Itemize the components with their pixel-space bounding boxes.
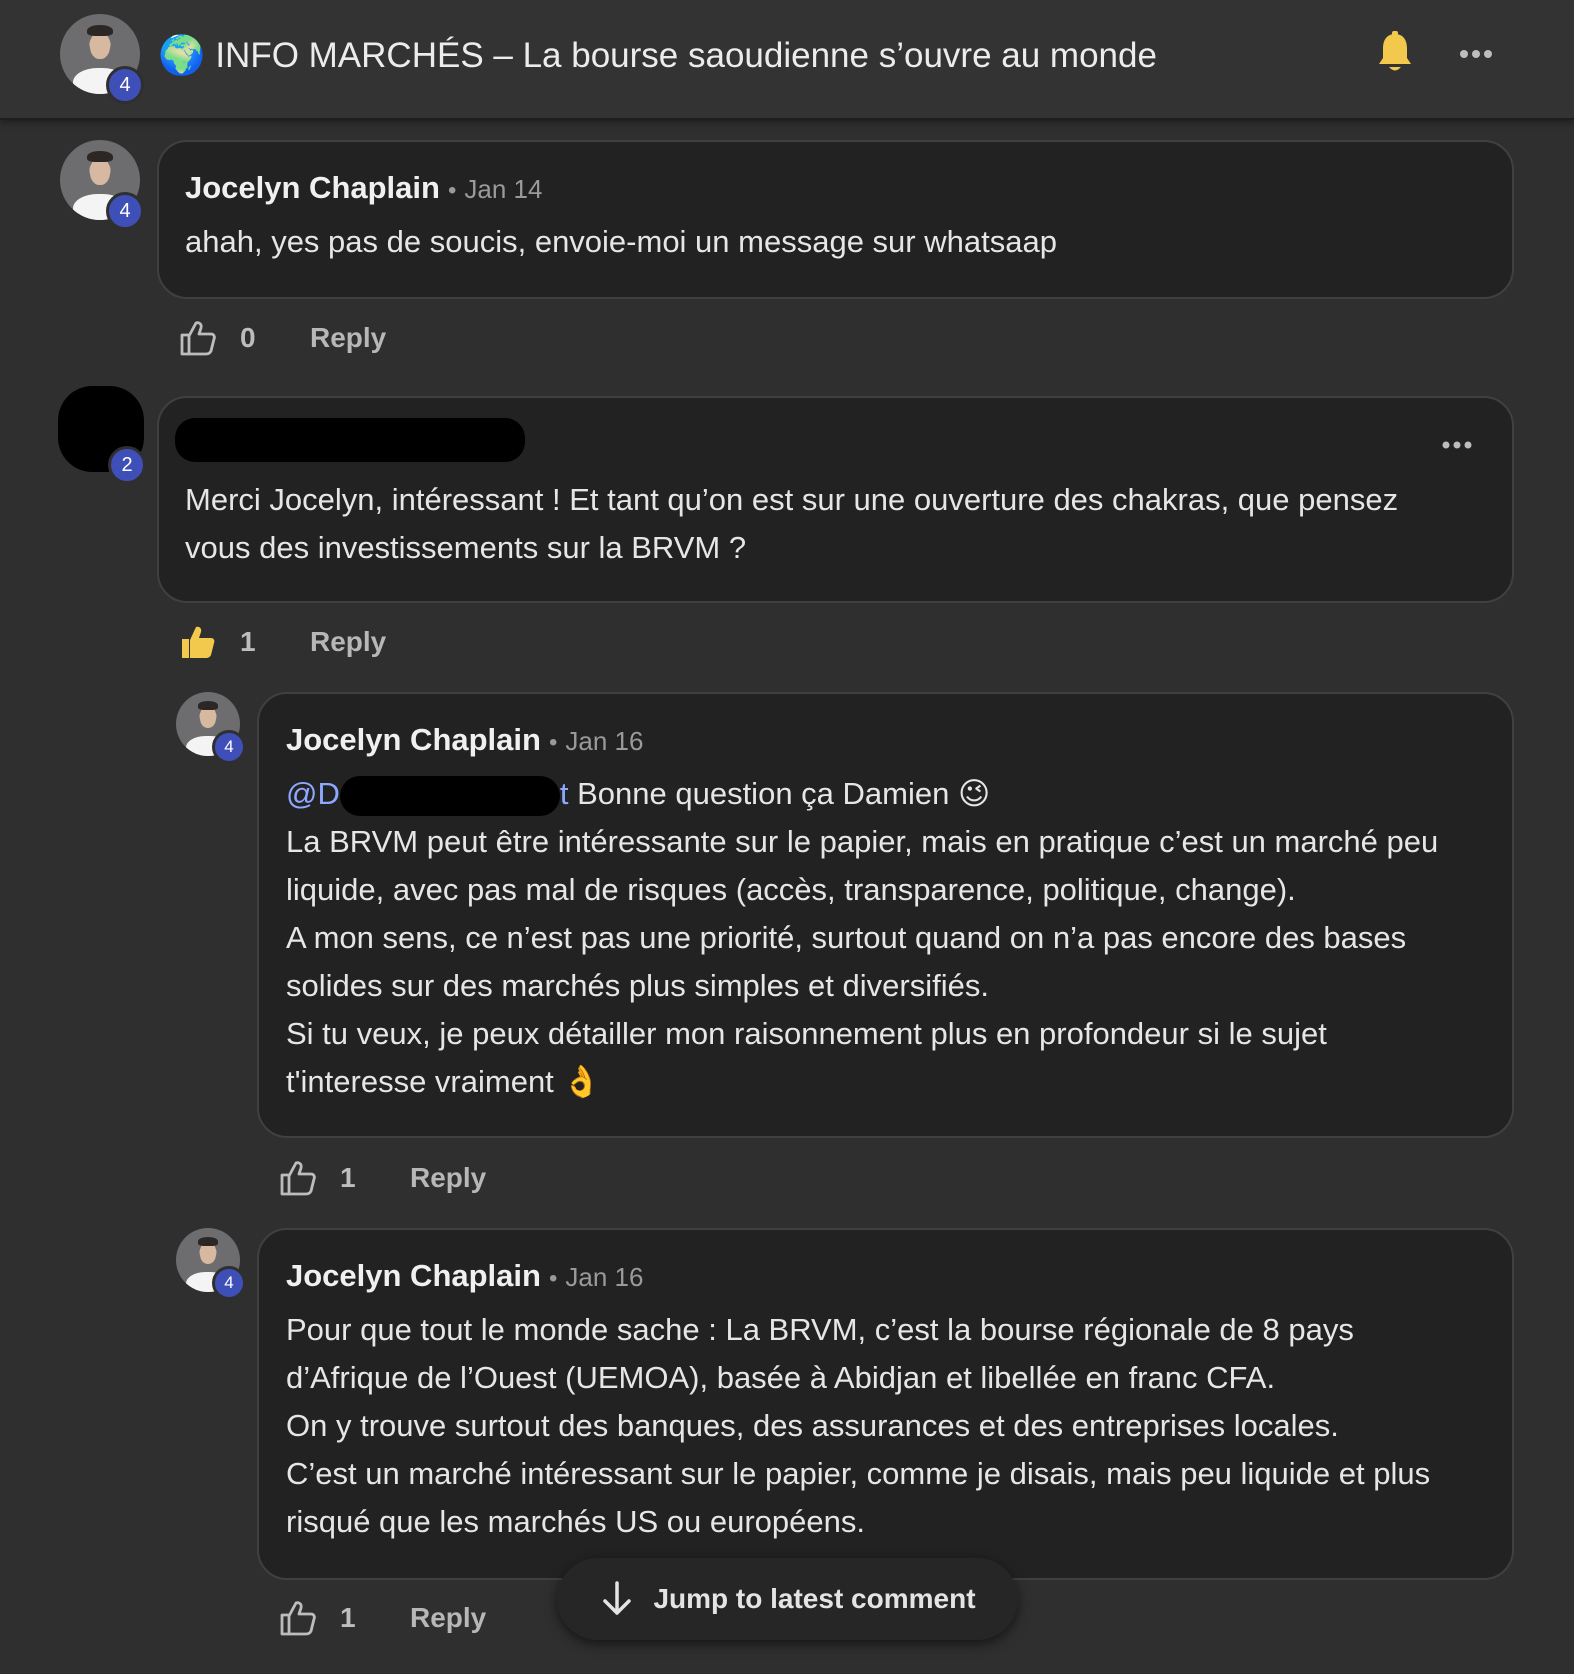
comment-body: ahah, yes pas de soucis, envoie-moi un m… xyxy=(185,218,1057,266)
comment-avatar[interactable]: 4 xyxy=(176,692,246,764)
thumbs-up-filled-icon[interactable] xyxy=(178,622,218,662)
like-count: 1 xyxy=(240,626,256,657)
comment-author[interactable]: Jocelyn Chaplain xyxy=(286,1258,541,1294)
comment-avatar[interactable]: 4 xyxy=(60,140,144,230)
comment-author[interactable]: Jocelyn Chaplain xyxy=(286,722,541,758)
comment-line: A mon sens, ce n’est pas une priorité, s… xyxy=(286,920,1407,955)
thumbs-up-icon[interactable] xyxy=(278,1598,318,1638)
comment-line: solides sur des marchés plus simples et … xyxy=(286,968,989,1003)
comment-bubble: Merci Jocelyn, intéressant ! Et tant qu’… xyxy=(157,396,1514,603)
user-mention[interactable]: @D t xyxy=(286,775,568,816)
thumbs-up-icon[interactable] xyxy=(178,318,218,358)
like-count: 1 xyxy=(340,1602,356,1633)
redacted-author xyxy=(175,418,525,462)
redacted-mention xyxy=(339,775,560,816)
comment-line: C’est un marché intéressant sur le papie… xyxy=(286,1456,1431,1491)
ok-hand-emoji: 👌 xyxy=(562,1064,602,1099)
like-count: 1 xyxy=(340,1162,356,1193)
comment-date: Jan 16 xyxy=(565,726,644,756)
comment-bubble: Jocelyn Chaplain • Jan 14 ahah, yes pas … xyxy=(157,140,1514,299)
comment-avatar[interactable]: 2 xyxy=(58,386,146,484)
reply-button[interactable]: Reply xyxy=(310,322,386,354)
comment-more-icon[interactable] xyxy=(1441,438,1473,452)
post-title-text: INFO MARCHÉS – La bourse saoudienne s’ou… xyxy=(215,36,1157,75)
comment-line: d’Afrique de l’Ouest (UEMOA), basée à Ab… xyxy=(286,1360,1276,1395)
comment-body: Merci Jocelyn, intéressant ! Et tant qu’… xyxy=(185,476,1398,572)
comment-author[interactable]: Jocelyn Chaplain xyxy=(185,170,440,206)
jump-label: Jump to latest comment xyxy=(653,1583,976,1614)
arrow-down-icon xyxy=(603,1581,632,1615)
comment-line: Si tu veux, je peux détailler mon raison… xyxy=(286,1016,1327,1051)
level-badge: 2 xyxy=(108,446,146,484)
like-count: 0 xyxy=(240,322,256,353)
wink-emoji: 😉 xyxy=(957,776,991,811)
comment-avatar[interactable]: 4 xyxy=(176,1228,246,1300)
comment-bubble: Jocelyn Chaplain • Jan 16 Pour que tout … xyxy=(257,1228,1514,1580)
comment-date: Jan 16 xyxy=(565,1262,644,1292)
comment-date: Jan 14 xyxy=(464,174,543,204)
bell-icon[interactable] xyxy=(1375,30,1415,76)
comment-line: On y trouve surtout des banques, des ass… xyxy=(286,1408,1339,1443)
thumbs-up-icon[interactable] xyxy=(278,1158,318,1198)
comment-line: Merci Jocelyn, intéressant ! Et tant qu’… xyxy=(185,482,1399,517)
post-header: 4 🌍 INFO MARCHÉS – La bourse saoudienne … xyxy=(0,0,1574,120)
post-title[interactable]: 🌍 INFO MARCHÉS – La bourse saoudienne s’… xyxy=(158,34,1157,78)
reply-button[interactable]: Reply xyxy=(410,1162,486,1194)
level-badge: 4 xyxy=(106,66,144,104)
comment-line: Pour que tout le monde sache : La BRVM, … xyxy=(286,1312,1354,1347)
comment-actions: 0 Reply xyxy=(178,318,386,358)
meta-separator: • xyxy=(548,729,558,756)
comment-line: ahah, yes pas de soucis, envoie-moi un m… xyxy=(185,224,1057,259)
comment-body: @D t Bonne question ça Damien 😉 La BRVM p… xyxy=(286,770,1438,1106)
globe-icon: 🌍 xyxy=(158,35,206,77)
level-badge: 4 xyxy=(212,1266,246,1300)
comment-first-line: @D t Bonne question ça Damien 😉 xyxy=(286,770,1438,818)
comment-line: La BRVM peut être intéressante sur le pa… xyxy=(286,824,1439,859)
jump-to-latest-button[interactable]: Jump to latest comment xyxy=(557,1558,1018,1640)
level-badge: 4 xyxy=(212,730,246,764)
comment-line: risqué que les marchés US ou européens. xyxy=(286,1504,865,1539)
comment-last-line: t'interesse vraiment 👌 xyxy=(286,1064,602,1099)
comment-body: Pour que tout le monde sache : La BRVM, … xyxy=(286,1306,1430,1546)
comment-thread-page: 4 🌍 INFO MARCHÉS – La bourse saoudienne … xyxy=(0,0,1574,1674)
comment-line: vous des investissements sur la BRVM ? xyxy=(185,530,747,565)
meta-separator: • xyxy=(548,1265,558,1292)
comment-actions: 1 Reply xyxy=(278,1158,486,1198)
comment-actions: 1 Reply xyxy=(278,1598,486,1638)
comment-line: liquide, avec pas mal de risques (accès,… xyxy=(286,872,1296,907)
level-badge: 4 xyxy=(106,192,144,230)
meta-separator: • xyxy=(447,177,457,204)
reply-button[interactable]: Reply xyxy=(410,1602,486,1634)
comment-bubble: Jocelyn Chaplain • Jan 16 @D t Bonne ques… xyxy=(257,692,1514,1138)
reply-button[interactable]: Reply xyxy=(310,626,386,658)
more-icon[interactable] xyxy=(1456,40,1496,68)
comment-actions: 1 Reply xyxy=(178,622,386,662)
author-avatar[interactable]: 4 xyxy=(60,14,144,104)
